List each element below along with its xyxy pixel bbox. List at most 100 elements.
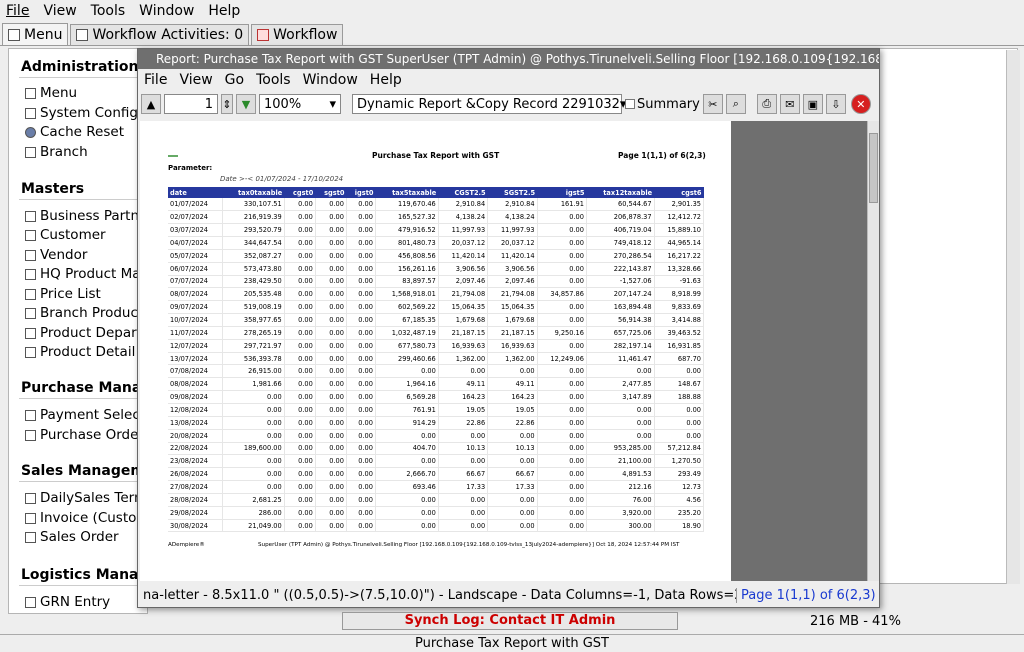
table-cell: -91.63 — [654, 275, 705, 289]
window-icon — [25, 87, 36, 99]
table-cell: 15,889.10 — [654, 223, 705, 238]
menu-help[interactable]: Help — [370, 72, 402, 88]
menu-item-invoice-customer[interactable]: Invoice (Custon — [25, 510, 145, 526]
tab-workflow[interactable]: Workflow — [251, 24, 344, 45]
menu-item-dailysales-terminal[interactable]: DailySales Term — [25, 490, 147, 506]
find-icon[interactable]: ⌕ — [725, 94, 746, 114]
close-report-icon[interactable]: ✕ — [850, 94, 871, 114]
report-table: date tax0taxable cgst0 sgst0 igst0 tax5taxabl… — [168, 187, 705, 533]
menu-help[interactable]: Help — [208, 3, 240, 19]
table-cell: 12/08/2024 — [168, 403, 223, 417]
table-cell: 0.00 — [346, 300, 376, 315]
menu-item-purchase-order[interactable]: Purchase Order — [25, 427, 144, 443]
table-cell: 0.00 — [537, 275, 587, 289]
table-cell: 0.00 — [284, 198, 316, 212]
column-header: cgst0 — [284, 187, 316, 198]
export-icon[interactable]: ⇩ — [825, 94, 846, 114]
table-cell: 0.00 — [537, 493, 587, 507]
report-menubar: File View Go Tools Window Help — [138, 69, 879, 91]
item-label: Branch — [40, 144, 88, 160]
scrollbar-thumb[interactable] — [869, 133, 878, 203]
synch-log-button[interactable]: Synch Log: Contact IT Admin — [342, 612, 678, 630]
page-number-field[interactable]: 1 — [164, 94, 218, 114]
menu-window[interactable]: Window — [139, 3, 194, 19]
menu-file[interactable]: File — [144, 72, 167, 88]
menu-window[interactable]: Window — [303, 72, 358, 88]
tab-workflow-activities[interactable]: Workflow Activities: 0 — [70, 24, 250, 45]
menu-item-sales-order[interactable]: Sales Order — [25, 529, 119, 545]
customize-icon[interactable]: ✂ — [702, 94, 723, 114]
table-cell: 0.00 — [537, 467, 587, 482]
print-icon[interactable]: ⎙ — [756, 94, 777, 114]
section-purchase-management[interactable]: Purchase Manag — [21, 380, 147, 396]
table-cell: 0.00 — [537, 480, 587, 494]
table-cell: 0.00 — [315, 364, 347, 379]
table-cell: 19.05 — [487, 403, 538, 417]
menu-item-branch-product[interactable]: Branch Product — [25, 305, 143, 321]
arrow-down-icon[interactable]: ▼ — [236, 94, 256, 114]
report-window-titlebar[interactable]: Report: Purchase Tax Report with GST Sup… — [138, 49, 879, 69]
menu-item-product-detail[interactable]: Product Detail — [25, 344, 135, 360]
table-cell: 60,544.67 — [586, 198, 655, 212]
table-cell: 573,473.80 — [222, 262, 285, 276]
report-scrollbar[interactable] — [867, 121, 879, 581]
table-cell: 0.00 — [315, 223, 347, 238]
menu-item-product-department[interactable]: Product Departr — [25, 325, 147, 341]
table-row: 12/07/2024 297,721.97 0.00 0.00 0.00 677,580.… — [168, 339, 705, 353]
table-cell: 0.00 — [537, 416, 587, 430]
menu-item-grn-entry[interactable]: GRN Entry — [25, 594, 110, 610]
menu-go[interactable]: Go — [225, 72, 244, 88]
menu-item-hq-product-master[interactable]: HQ Product Mas — [25, 266, 147, 282]
menu-item-branch[interactable]: Branch — [25, 144, 88, 160]
page-stepper[interactable]: ⇕ — [221, 94, 233, 114]
menu-item-business-partner[interactable]: Business Partne — [25, 208, 147, 224]
window-title: Report: Purchase Tax Report with GST Sup… — [156, 52, 879, 66]
menu-item-menu[interactable]: Menu — [25, 85, 77, 101]
table-cell: 21,794.08 — [438, 287, 489, 302]
table-cell: 0.00 — [537, 300, 587, 315]
menu-file[interactable]: File — [6, 3, 29, 19]
menu-item-system-config[interactable]: System Configu — [25, 105, 147, 121]
archive-icon[interactable]: ▣ — [802, 94, 823, 114]
section-sales-management[interactable]: Sales Manageme — [21, 463, 147, 479]
menu-item-payment-selection[interactable]: Payment Select — [25, 407, 145, 423]
summary-checkbox[interactable]: Summary — [625, 97, 700, 112]
tab-menu[interactable]: Menu — [2, 23, 69, 45]
table-cell: 156,261.16 — [375, 262, 439, 276]
section-administration[interactable]: Administration — [21, 59, 138, 75]
table-cell: 205,535.48 — [222, 287, 285, 302]
table-cell: 297,721.97 — [222, 339, 285, 353]
item-label: Purchase Order — [40, 427, 144, 443]
menu-item-cache-reset[interactable]: Cache Reset — [25, 124, 124, 140]
workspace-scrollbar[interactable] — [1006, 50, 1020, 584]
menu-item-vendor[interactable]: Vendor — [25, 247, 87, 263]
table-cell: 0.00 — [284, 223, 316, 238]
table-cell: 0.00 — [315, 198, 347, 212]
table-cell: 657,725.06 — [586, 326, 655, 340]
menu-item-price-list[interactable]: Price List — [25, 286, 101, 302]
section-logistics-management[interactable]: Logistics Manag — [21, 567, 147, 583]
report-format-select[interactable]: Dynamic Report &Copy Record 2291032 ▾ — [352, 94, 626, 114]
table-cell: 207,147.24 — [586, 287, 655, 302]
table-cell: 0.00 — [586, 416, 655, 430]
table-cell: 13/07/2024 — [168, 352, 223, 366]
item-label: Product Detail — [40, 344, 136, 360]
menu-tools[interactable]: Tools — [256, 72, 291, 88]
table-cell: 0.00 — [346, 198, 376, 212]
menu-item-customer[interactable]: Customer — [25, 227, 106, 243]
table-cell: 20,037.12 — [487, 236, 538, 250]
menu-view[interactable]: View — [179, 72, 212, 88]
form-icon — [25, 346, 36, 358]
column-header: sgst0 — [315, 187, 347, 198]
table-cell: 0.00 — [346, 454, 376, 469]
arrow-up-icon[interactable]: ▲ — [141, 94, 161, 114]
zoom-select[interactable]: 100% ▾ — [259, 94, 341, 114]
menu-view[interactable]: View — [43, 3, 76, 19]
table-cell: 0.00 — [284, 506, 316, 520]
menu-tools[interactable]: Tools — [91, 3, 126, 19]
section-masters[interactable]: Masters — [21, 181, 84, 197]
table-cell: 12/07/2024 — [168, 339, 223, 353]
send-mail-icon[interactable]: ✉ — [779, 94, 800, 114]
table-cell: 0.00 — [284, 236, 316, 250]
table-row: 10/07/2024 358,977.65 0.00 0.00 0.00 67,185.3… — [168, 313, 705, 327]
